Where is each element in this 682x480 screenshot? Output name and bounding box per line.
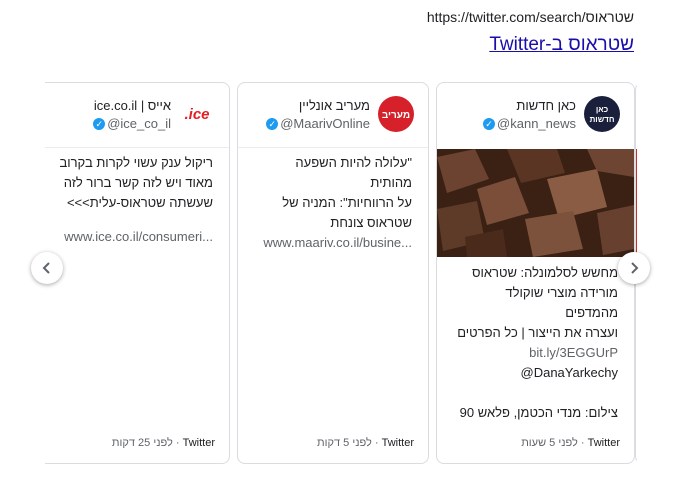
tweet-text-line: מאוד ויש לזה קשר ברור לזה [63, 175, 213, 190]
verified-icon: ✓ [266, 117, 279, 130]
author-name: כאן חדשות [516, 98, 576, 113]
verified-icon: ✓ [93, 117, 106, 130]
source-label: Twitter [381, 437, 414, 449]
divider [45, 147, 229, 148]
author-handle: @ice_co_il [107, 116, 171, 131]
source-label: Twitter [182, 437, 215, 449]
tweet-text-line: על הרווחיות": המניה של [282, 195, 412, 210]
tweet-author[interactable]: ice. אייס | ice.co.il ✓ @ice_co_il [49, 96, 215, 136]
avatar[interactable]: כאן חדשות [584, 96, 620, 132]
tweet-card[interactable]: ice. אייס | ice.co.il ✓ @ice_co_il ריקול… [45, 82, 230, 464]
tweet-text-line: מחשש לסלמונלה: שטראוס [471, 265, 618, 280]
tweet-card[interactable]: מעריב מעריב אונליין ✓ @MaarivOnline "עלו… [237, 82, 429, 464]
photo-credit: צילום: מנדי הכטמן, פלאש 90 [459, 405, 618, 420]
tweet-footer: Twitter · לפני 5 שעות [521, 437, 620, 449]
tweet-carousel: כאן חדשות כאן חדשות ✓ @kann_news מחשש לס… [45, 80, 637, 466]
tweet-link[interactable]: www.ice.co.il/consumeri... [53, 227, 213, 247]
svg-text:חדשות: חדשות [590, 115, 615, 124]
avatar[interactable]: מעריב [378, 96, 414, 132]
tweet-text: מחשש לסלמונלה: שטראוס מורידה מוצרי שוקול… [451, 263, 618, 423]
tweet-image[interactable] [437, 149, 634, 257]
timestamp: לפני 25 דקות [111, 437, 173, 449]
tweet-link[interactable]: bit.ly/3EGGUrP [451, 343, 618, 363]
chevron-right-icon [631, 262, 639, 274]
carousel-next-button[interactable] [618, 252, 650, 284]
tweet-text-line: ועצרה את הייצור | כל הפרטים [457, 325, 618, 340]
tweet-text: "עלולה להיות השפעה מהותית על הרווחיות": … [252, 153, 412, 253]
tweet-text-line: מורידה מוצרי שוקולד מהמדפים [505, 285, 618, 320]
tweet-author[interactable]: כאן חדשות כאן חדשות ✓ @kann_news [447, 96, 620, 136]
carousel-prev-button[interactable] [31, 252, 63, 284]
tweet-link[interactable]: www.maariv.co.il/busine... [252, 233, 412, 253]
author-handle: @MaarivOnline [280, 116, 370, 131]
source-label: Twitter [587, 437, 620, 449]
tweet-footer: Twitter · לפני 5 דקות [317, 437, 414, 449]
author-handle: @kann_news [497, 116, 576, 131]
result-url: https://twitter.com/search/שטראוס [426, 9, 634, 25]
tweet-text-line: שטראוס צונחת [330, 215, 412, 230]
tweet-footer: Twitter · לפני 25 דקות [111, 437, 215, 449]
verified-icon: ✓ [483, 117, 496, 130]
svg-text:ice.: ice. [184, 106, 209, 123]
timestamp: לפני 5 שעות [521, 437, 578, 449]
tweet-text-line: שעשתה שטראוס-עלית>>> [66, 195, 213, 210]
tweet-card[interactable]: כאן חדשות כאן חדשות ✓ @kann_news מחשש לס… [436, 82, 635, 464]
tweet-text: ריקול ענק עשוי לקרות בקרוב מאוד ויש לזה … [53, 153, 213, 247]
tweet-mention[interactable]: @DanaYarkechy [451, 363, 619, 383]
timestamp: לפני 5 דקות [317, 437, 372, 449]
tweet-text-line: ריקול ענק עשוי לקרות בקרוב [59, 155, 213, 170]
svg-text:מעריב: מעריב [382, 110, 410, 121]
divider [238, 147, 428, 148]
author-name: מעריב אונליין [298, 98, 370, 113]
chevron-left-icon [42, 262, 50, 274]
result-title-link[interactable]: שטראוס ב-Twitter [489, 34, 634, 56]
author-name: אייס | ice.co.il [93, 98, 171, 113]
tweet-text-line: "עלולה להיות השפעה מהותית [295, 155, 412, 190]
tweet-author[interactable]: מעריב מעריב אונליין ✓ @MaarivOnline [248, 96, 414, 136]
avatar[interactable]: ice. [179, 96, 215, 132]
svg-text:כאן: כאן [596, 105, 608, 114]
